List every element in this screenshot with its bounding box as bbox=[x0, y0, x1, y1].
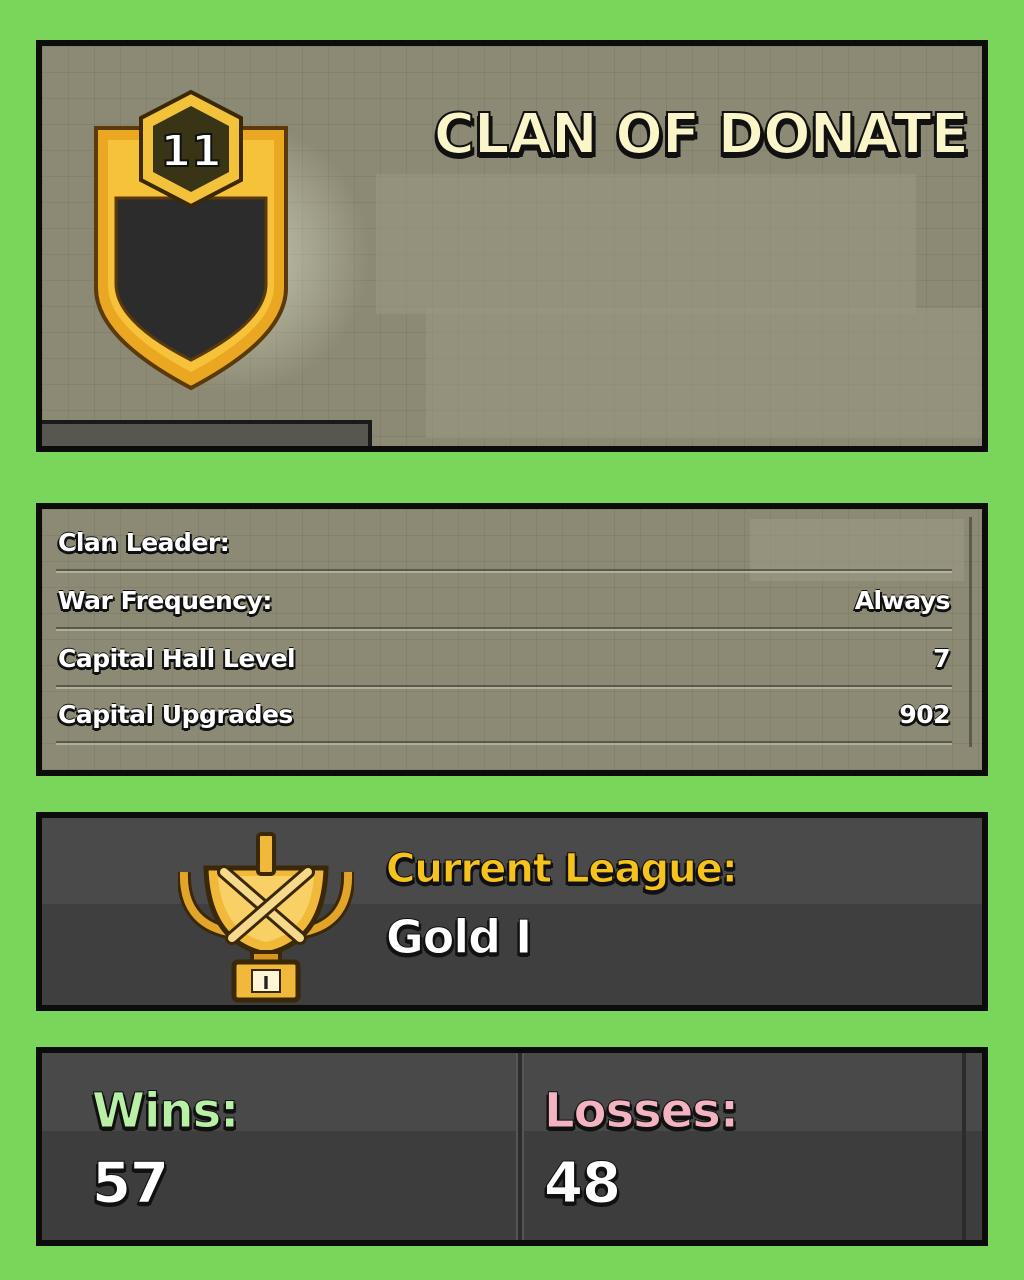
capital-hall-level-value: 7 bbox=[933, 644, 950, 673]
capital-upgrades-value: 902 bbox=[899, 700, 950, 729]
capital-hall-level-label: Capital Hall Level bbox=[58, 644, 296, 673]
war-frequency-label: War Frequency: bbox=[58, 586, 272, 615]
league-panel: I Current League: Gold I bbox=[36, 812, 988, 1011]
current-league-label: Current League: bbox=[386, 846, 739, 893]
header-lower-strip bbox=[42, 420, 372, 446]
war-frequency-value: Always bbox=[854, 586, 951, 615]
league-name: Gold I bbox=[385, 910, 532, 965]
clan-info-panel: Clan Leader: War Frequency: Always Capit… bbox=[36, 503, 988, 776]
info-row-clan-leader: Clan Leader: bbox=[56, 513, 952, 573]
league-rank-text: I bbox=[263, 973, 270, 994]
clan-header-panel: 11 CLAN OF DONATE bbox=[36, 40, 988, 452]
redacted-description-lower bbox=[426, 308, 982, 438]
wins-value: 57 bbox=[92, 1151, 170, 1217]
losses-section: Losses: 48 bbox=[524, 1053, 982, 1240]
info-row-capital-upgrades: Capital Upgrades 902 bbox=[56, 685, 952, 745]
capital-upgrades-label: Capital Upgrades bbox=[58, 700, 293, 729]
redacted-description bbox=[376, 174, 916, 314]
losses-value: 48 bbox=[544, 1151, 622, 1217]
info-row-capital-hall-level: Capital Hall Level 7 bbox=[56, 629, 952, 689]
info-scrollbar[interactable] bbox=[969, 517, 972, 747]
war-record-panel: Wins: 57 Losses: 48 bbox=[36, 1047, 988, 1246]
info-row-war-frequency: War Frequency: Always bbox=[56, 571, 952, 631]
clan-leader-label: Clan Leader: bbox=[58, 528, 230, 557]
clan-badge-icon: 11 bbox=[94, 89, 288, 391]
wins-section: Wins: 57 bbox=[42, 1053, 516, 1240]
clan-name: CLAN OF DONATE bbox=[433, 101, 970, 168]
record-right-edge bbox=[962, 1053, 966, 1240]
badge-level-text: 11 bbox=[160, 126, 221, 177]
gold-league-trophy-icon: I bbox=[178, 832, 354, 1003]
losses-label: Losses: bbox=[543, 1083, 739, 1140]
wins-label: Wins: bbox=[91, 1083, 239, 1140]
record-divider bbox=[516, 1053, 524, 1240]
